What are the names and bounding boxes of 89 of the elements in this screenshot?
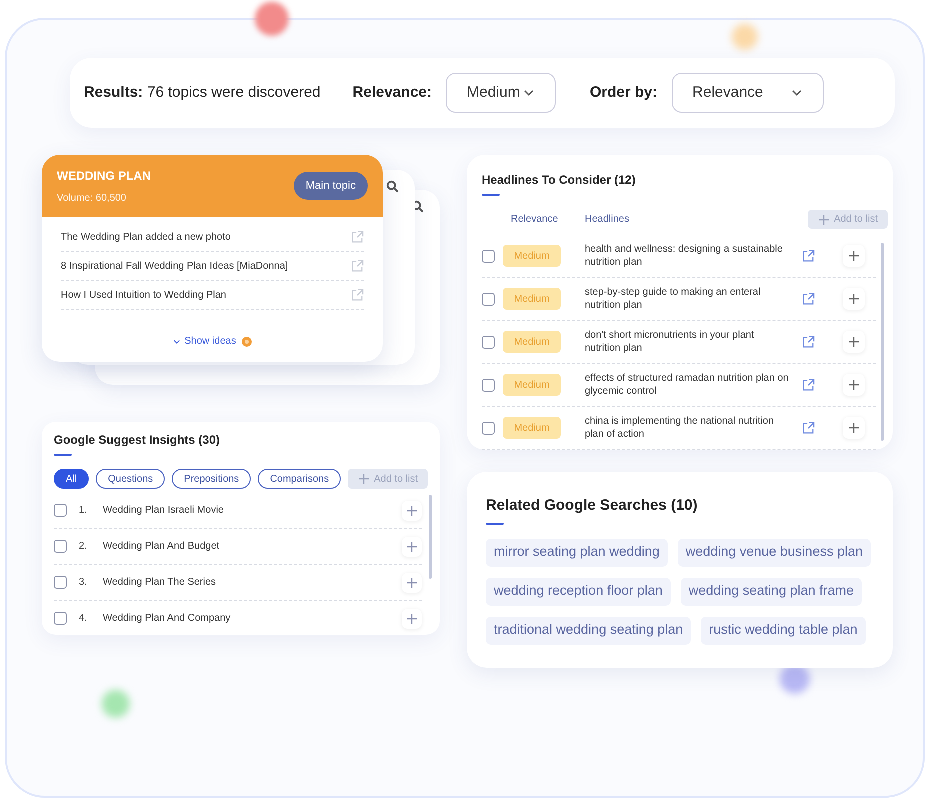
add-button[interactable] bbox=[402, 536, 422, 556]
add-button[interactable] bbox=[402, 608, 422, 628]
results-text: Results: 76 topics were discovered bbox=[84, 82, 321, 103]
search-chip[interactable]: wedding reception floor plan bbox=[486, 578, 671, 606]
plus-icon bbox=[358, 473, 370, 485]
plus-icon bbox=[848, 250, 860, 262]
idea-title: How I Used Intuition to Wedding Plan bbox=[61, 288, 226, 302]
search-chip[interactable]: wedding seating plan frame bbox=[680, 578, 862, 606]
search-chip[interactable]: rustic wedding table plan bbox=[701, 616, 866, 644]
card-title: Google Suggest Insights (30) bbox=[54, 432, 222, 449]
suggestion-text: Wedding Plan Israeli Movie bbox=[103, 504, 224, 518]
headline-text: health and wellness: designing a sustainable nutrition plan bbox=[585, 243, 784, 269]
checkbox[interactable] bbox=[482, 378, 495, 392]
search-icon[interactable] bbox=[386, 180, 399, 193]
checkbox[interactable] bbox=[54, 540, 67, 553]
plus-icon bbox=[848, 336, 860, 348]
row-number: 4. bbox=[79, 612, 88, 626]
volume-text: Volume: 60,500 bbox=[57, 192, 128, 206]
search-chip[interactable]: traditional wedding seating plan bbox=[486, 616, 692, 644]
dropdown[interactable]: Medium bbox=[446, 73, 556, 113]
suggestion-text: Wedding Plan And Company bbox=[103, 612, 231, 626]
row-number: 3. bbox=[79, 576, 88, 590]
relevance-badge: Medium bbox=[503, 417, 561, 439]
idea-title: The Wedding Plan added a new photo bbox=[61, 230, 231, 244]
headline-text: don't short micronutrients in your plant nutrition plan bbox=[585, 329, 756, 355]
title-underline bbox=[486, 522, 504, 524]
row-number: 1. bbox=[79, 504, 88, 518]
scrollbar[interactable] bbox=[881, 243, 884, 441]
headline-text: effects of structured ramadan nutrition plan on glycemic control bbox=[585, 372, 790, 398]
filter-tab[interactable]: Comparisons bbox=[258, 469, 342, 489]
chevron-down-icon bbox=[172, 338, 181, 346]
plus-icon bbox=[818, 214, 830, 226]
idea-title: 8 Inspirational Fall Wedding Plan Ideas [MiaDonna] bbox=[61, 260, 288, 274]
plus-icon bbox=[848, 293, 860, 305]
add-button[interactable] bbox=[843, 288, 865, 310]
headline-text: china is implementing the national nutrition plan of action bbox=[585, 415, 775, 441]
search-chip[interactable]: mirror seating plan wedding bbox=[486, 538, 668, 566]
plus-icon bbox=[406, 504, 418, 516]
relevance-badge: Medium bbox=[503, 288, 561, 310]
external-link-icon[interactable] bbox=[351, 230, 364, 244]
external-link-icon[interactable] bbox=[351, 260, 364, 272]
external-link-icon[interactable] bbox=[351, 288, 364, 302]
dropdown[interactable]: Relevance bbox=[672, 73, 824, 113]
add-button[interactable] bbox=[843, 374, 865, 396]
checkbox[interactable] bbox=[482, 336, 495, 348]
checkbox[interactable] bbox=[54, 612, 67, 625]
checkbox[interactable] bbox=[482, 250, 495, 262]
topic-title: WEDDING PLAN bbox=[57, 168, 151, 184]
relevance-badge: Medium bbox=[503, 245, 561, 267]
relevance-badge: Medium bbox=[503, 331, 561, 353]
add-button[interactable] bbox=[843, 331, 865, 353]
add-button[interactable] bbox=[402, 572, 422, 592]
plus-icon bbox=[848, 422, 860, 434]
title-underline bbox=[54, 454, 72, 456]
external-link-icon[interactable] bbox=[802, 336, 815, 348]
checkbox[interactable] bbox=[482, 292, 495, 306]
column-header: Headlines bbox=[585, 213, 630, 227]
filter-tab[interactable]: Questions bbox=[96, 469, 166, 489]
external-link-icon[interactable] bbox=[802, 292, 815, 306]
plus-icon bbox=[848, 379, 860, 391]
row-number: 2. bbox=[79, 540, 88, 554]
headline-text: step-by-step guide to making an enteral nutrition plan bbox=[585, 286, 762, 312]
filter-tab[interactable]: All bbox=[54, 469, 90, 489]
column-header: Relevance bbox=[511, 213, 560, 227]
card-title: Headlines To Consider (12) bbox=[482, 172, 637, 189]
add-button[interactable] bbox=[843, 417, 865, 439]
external-link-icon[interactable] bbox=[802, 422, 815, 434]
checkbox[interactable] bbox=[482, 422, 495, 434]
external-link-icon[interactable] bbox=[802, 378, 815, 392]
checkbox[interactable] bbox=[54, 576, 67, 589]
external-link-icon[interactable] bbox=[802, 250, 815, 262]
main-topic-badge: Main topic bbox=[294, 172, 368, 200]
title-underline bbox=[482, 194, 500, 196]
checkbox[interactable] bbox=[54, 504, 67, 517]
field-label: Relevance: bbox=[352, 82, 432, 103]
scrollbar[interactable] bbox=[429, 495, 432, 579]
show-ideas-link[interactable]: Show ideas bbox=[172, 334, 236, 349]
suggestion-text: Wedding Plan And Budget bbox=[103, 540, 220, 554]
suggestion-text: Wedding Plan The Series bbox=[103, 576, 216, 590]
field-label: Order by: bbox=[590, 82, 658, 103]
relevance-badge: Medium bbox=[503, 374, 561, 396]
filter-tab[interactable]: Prepositions bbox=[172, 469, 252, 489]
plus-icon bbox=[406, 540, 418, 552]
plus-icon bbox=[406, 576, 418, 588]
add-button[interactable] bbox=[402, 500, 422, 520]
plus-icon bbox=[406, 612, 418, 624]
add-button[interactable] bbox=[843, 245, 865, 267]
card-title: Related Google Searches (10) bbox=[486, 496, 699, 516]
search-chip[interactable]: wedding venue business plan bbox=[678, 538, 871, 566]
